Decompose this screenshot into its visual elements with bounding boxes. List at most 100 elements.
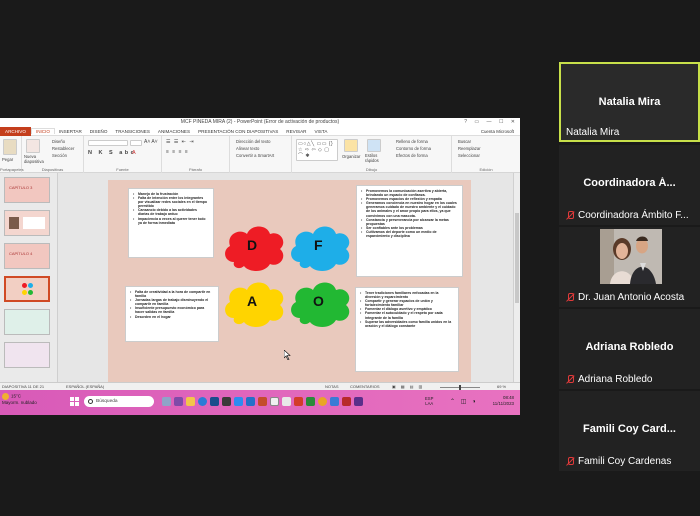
slide-canvas[interactable]: Manejo de la frustración Falta de intenc…	[108, 180, 471, 384]
slide-thumbnail[interactable]	[4, 210, 50, 236]
threat-item: Insuficiente presupuesto económico para …	[130, 306, 214, 314]
strengths-box[interactable]: Promovemos la comunicación asertiva y ab…	[356, 185, 463, 277]
arrange-icon[interactable]	[344, 139, 358, 152]
account-name[interactable]: Cuenta Microsoft	[481, 129, 520, 134]
participant-tile[interactable]: Coordinadora Á... Coordinadora Ámbito F.…	[559, 145, 700, 225]
slide-thumbnail[interactable]: CAPÍTULO 4	[4, 243, 50, 269]
font-grow-icon[interactable]: A˄ A˅	[144, 139, 158, 145]
text-direction-button[interactable]: Dirección del texto	[236, 139, 270, 144]
language-tray[interactable]: ESP LAA	[425, 396, 433, 406]
group-label-drawing: Dibujo	[365, 167, 378, 172]
weaknesses-box[interactable]: Manejo de la frustración Falta de intenc…	[128, 188, 214, 258]
quick-styles-label[interactable]: Estilos rápidos	[365, 153, 387, 163]
word-icon[interactable]	[246, 397, 255, 406]
thumbnail-title: CAPÍTULO 4	[9, 251, 33, 256]
slide-thumbnail[interactable]	[4, 309, 50, 335]
store-icon[interactable]	[210, 397, 219, 406]
participant-name: Adriana Robledo	[578, 374, 653, 385]
view-buttons[interactable]: ▣ ▦ ▤ ▥	[392, 384, 424, 389]
task-view-icon[interactable]	[162, 397, 171, 406]
font-name-field[interactable]	[88, 140, 128, 146]
participant-tile[interactable]: Adriana Robledo Adriana Robledo	[559, 309, 700, 389]
slide-thumbnail[interactable]	[4, 342, 50, 368]
replace-button[interactable]: Reemplazar	[458, 146, 481, 151]
taskbar-search[interactable]: Búsqueda	[84, 396, 154, 407]
participant-tile-active[interactable]: Natalia Mira Natalia Mira	[559, 62, 700, 142]
align-icons[interactable]: ≡ ≡ ≡ ≡	[166, 149, 189, 155]
zoom-level[interactable]: 69 %	[497, 384, 506, 389]
section-button[interactable]: Sección	[52, 153, 67, 158]
participant-name: Dr. Juan Antonio Acosta	[578, 292, 685, 303]
reset-button[interactable]: Restablecer	[52, 146, 74, 151]
app3-icon[interactable]	[354, 397, 363, 406]
opportunities-box[interactable]: Tener tradiciones familiares enfocadas e…	[355, 287, 459, 372]
shape-fill-button[interactable]: Relleno de forma	[396, 139, 428, 144]
paste-icon[interactable]	[3, 139, 17, 155]
file-explorer-icon[interactable]	[186, 397, 195, 406]
shape-outline-button[interactable]: Contorno de forma	[396, 146, 431, 151]
clock[interactable]: 08:48 11/11/2023	[493, 395, 514, 407]
shapes-gallery[interactable]: ▭○△╲ ▭▭ {} ☆ ⇨ ⇦ ◇ ▢ ⌒ ✱	[296, 139, 338, 161]
tab-insert[interactable]: INSERTAR	[55, 129, 86, 134]
window-controls[interactable]: ? ▭ — ☐ ✕	[464, 118, 518, 127]
notes-button[interactable]: NOTAS	[325, 384, 338, 389]
weather-widget[interactable]: 15°C Mayorm. nublado	[2, 393, 37, 406]
slide-thumbnail[interactable]: CAPÍTULO 3	[4, 177, 50, 203]
shared-screen: MCF PINEDA MIRA (2) - PowerPoint (Error …	[0, 118, 520, 415]
excel-icon[interactable]	[306, 397, 315, 406]
tab-review[interactable]: REVISAR	[282, 129, 310, 134]
chrome-icon[interactable]	[318, 397, 327, 406]
tab-transitions[interactable]: TRANSICIONES	[111, 129, 153, 134]
tab-file[interactable]: ARCHIVO	[0, 126, 31, 136]
letter-o: O	[313, 293, 324, 309]
new-slide-label[interactable]: Nueva diapositiva	[24, 154, 46, 164]
edge-icon[interactable]	[198, 397, 207, 406]
scrollbar-thumb[interactable]	[515, 213, 519, 303]
zoom-app-icon[interactable]	[234, 397, 243, 406]
powerpoint-icon[interactable]	[294, 397, 303, 406]
tab-view[interactable]: VISTA	[310, 129, 331, 134]
tray-icons[interactable]: ⌃ ◫ ◑	[450, 398, 478, 405]
windows-start-icon[interactable]	[70, 397, 79, 406]
paste-label[interactable]: Pegar	[2, 157, 13, 162]
strength-item: Promovemos la comunicación asertiva y ab…	[361, 189, 458, 197]
tab-home[interactable]: INICIO	[30, 128, 55, 134]
participant-tile[interactable]: Famili Coy Card... Famili Coy Cardenas	[559, 391, 700, 471]
font-size-field[interactable]	[130, 140, 142, 146]
acrobat-icon[interactable]	[342, 397, 351, 406]
weakness-item: Impaciencia a veces al querer tener todo…	[133, 217, 209, 225]
comments-button[interactable]: COMENTARIOS	[350, 384, 379, 389]
tab-design[interactable]: DISEÑO	[86, 129, 112, 134]
windows-taskbar: 15°C Mayorm. nublado Búsqueda ESP LAA ⌃ …	[0, 390, 520, 415]
participant-tile-video[interactable]: Dr. Juan Antonio Acosta	[559, 227, 700, 307]
quick-styles-icon[interactable]	[367, 139, 381, 152]
language-indicator[interactable]: ESPAÑOL (ESPAÑA)	[66, 384, 104, 389]
find-button[interactable]: Buscar	[458, 139, 471, 144]
threats-box[interactable]: Falta de creatividad a la hora de compar…	[125, 286, 219, 342]
ribbon-tabs: ARCHIVO INICIO INSERTAR DISEÑO TRANSICIO…	[0, 126, 520, 136]
font-color-icon[interactable]: A	[132, 150, 136, 156]
threat-item: Desorden en el hogar	[130, 315, 214, 319]
chat-icon[interactable]	[174, 397, 183, 406]
select-button[interactable]: Seleccionar	[458, 153, 480, 158]
shape-effects-button[interactable]: Efectos de forma	[396, 153, 428, 158]
tab-animations[interactable]: ANIMACIONES	[154, 129, 194, 134]
smartart-button[interactable]: Convertir a SmartArt	[236, 153, 274, 158]
window-title: MCF PINEDA MIRA (2) - PowerPoint (Error …	[180, 119, 340, 125]
group-text-tools: Dirección del texto Alinear texto Conver…	[230, 136, 292, 173]
slide-thumbnail-selected[interactable]	[4, 276, 50, 302]
list-icons[interactable]: ☰ ☰ ⇤ ⇥	[166, 139, 195, 145]
participant-label: Adriana Robledo	[566, 374, 653, 385]
office-icon[interactable]	[258, 397, 267, 406]
teams-icon[interactable]	[330, 397, 339, 406]
tab-slideshow[interactable]: PRESENTACIÓN CON DIAPOSITIVAS	[194, 129, 282, 134]
arrange-label[interactable]: Organizar	[342, 154, 360, 159]
app2-icon[interactable]	[282, 397, 291, 406]
new-slide-icon[interactable]	[26, 139, 40, 153]
app-icon[interactable]	[222, 397, 231, 406]
vertical-scrollbar[interactable]	[513, 173, 520, 382]
notepad-icon[interactable]	[270, 397, 279, 406]
font-format-buttons[interactable]: N K S abc	[88, 150, 136, 156]
align-text-button[interactable]: Alinear texto	[236, 146, 259, 151]
layout-button[interactable]: Diseño	[52, 139, 65, 144]
